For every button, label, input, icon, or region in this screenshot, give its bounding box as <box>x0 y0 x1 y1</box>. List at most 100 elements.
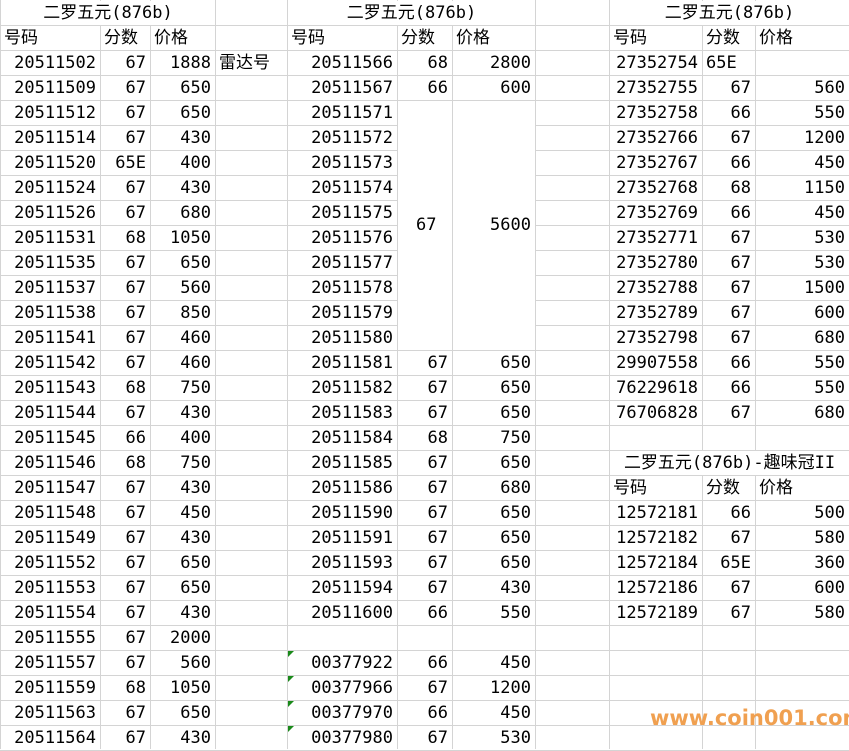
score-cell[interactable]: 67 <box>703 76 755 100</box>
score-cell[interactable]: 67 <box>398 551 452 575</box>
price-cell[interactable]: 650 <box>453 501 535 525</box>
price-cell[interactable]: 400 <box>151 151 215 175</box>
score-cell[interactable]: 67 <box>398 401 452 425</box>
number-cell[interactable]: 00377966 <box>288 676 397 700</box>
number-cell[interactable]: 12572184 <box>610 551 702 575</box>
price-cell[interactable]: 650 <box>151 551 215 575</box>
score-cell[interactable]: 67 <box>101 51 150 75</box>
score-cell[interactable]: 67 <box>101 501 150 525</box>
price-cell[interactable]: 430 <box>151 601 215 625</box>
score-cell[interactable]: 67 <box>101 726 150 750</box>
number-cell[interactable]: 12572181 <box>610 501 702 525</box>
price-cell[interactable]: 650 <box>453 551 535 575</box>
score-cell[interactable]: 66 <box>703 351 755 375</box>
score-cell[interactable]: 66 <box>101 426 150 450</box>
price-cell[interactable]: 460 <box>151 351 215 375</box>
number-cell[interactable]: 20511577 <box>288 251 397 275</box>
column-header[interactable]: 分数 <box>101 26 150 50</box>
number-cell[interactable]: 20511572 <box>288 126 397 150</box>
number-cell[interactable]: 12572189 <box>610 601 702 625</box>
column-header[interactable]: 价格 <box>151 26 215 50</box>
price-cell[interactable]: 650 <box>453 451 535 475</box>
number-cell[interactable]: 76229618 <box>610 376 702 400</box>
number-cell[interactable]: 27352754 <box>610 51 702 75</box>
score-cell[interactable]: 67 <box>101 276 150 300</box>
price-cell[interactable]: 550 <box>756 101 849 125</box>
price-cell[interactable]: 2000 <box>151 626 215 650</box>
column-header[interactable]: 价格 <box>453 26 535 50</box>
number-cell[interactable]: 20511571 <box>288 101 397 125</box>
price-cell[interactable]: 680 <box>453 476 535 500</box>
score-cell[interactable]: 67 <box>703 601 755 625</box>
price-cell[interactable]: 1200 <box>453 676 535 700</box>
radar-label[interactable]: 雷达号 <box>216 51 287 75</box>
number-cell[interactable]: 20511542 <box>1 351 100 375</box>
number-cell[interactable]: 20511537 <box>1 276 100 300</box>
price-cell[interactable]: 450 <box>756 151 849 175</box>
score-cell[interactable]: 67 <box>703 326 755 350</box>
price-cell[interactable]: 650 <box>453 351 535 375</box>
column-header[interactable]: 号码 <box>288 26 397 50</box>
price-cell[interactable]: 750 <box>151 376 215 400</box>
price-cell[interactable]: 530 <box>756 226 849 250</box>
number-cell[interactable]: 20511502 <box>1 51 100 75</box>
price-cell[interactable]: 750 <box>453 426 535 450</box>
column-header[interactable]: 价格 <box>756 476 849 500</box>
number-cell[interactable]: 20511545 <box>1 426 100 450</box>
price-cell[interactable]: 360 <box>756 551 849 575</box>
number-cell[interactable]: 20511578 <box>288 276 397 300</box>
column-header[interactable]: 分数 <box>703 476 755 500</box>
score-cell[interactable]: 65E <box>101 151 150 175</box>
price-cell[interactable]: 650 <box>151 76 215 100</box>
score-cell[interactable]: 67 <box>101 551 150 575</box>
score-cell[interactable]: 66 <box>398 601 452 625</box>
number-cell[interactable]: 20511520 <box>1 151 100 175</box>
price-cell[interactable]: 430 <box>151 176 215 200</box>
score-cell[interactable]: 68 <box>101 376 150 400</box>
section-title[interactable]: 二罗五元(876b)-趣味冠II <box>610 451 849 475</box>
number-cell[interactable]: 20511554 <box>1 601 100 625</box>
column-header[interactable]: 价格 <box>756 26 849 50</box>
price-cell[interactable]: 400 <box>151 426 215 450</box>
score-cell[interactable]: 67 <box>703 126 755 150</box>
number-cell[interactable]: 20511575 <box>288 201 397 225</box>
price-cell[interactable]: 430 <box>453 576 535 600</box>
number-cell[interactable]: 20511549 <box>1 526 100 550</box>
number-cell[interactable]: 20511546 <box>1 451 100 475</box>
score-cell[interactable]: 67 <box>703 226 755 250</box>
price-cell[interactable]: 600 <box>756 576 849 600</box>
score-cell[interactable]: 67 <box>398 376 452 400</box>
number-cell[interactable]: 20511557 <box>1 651 100 675</box>
score-cell[interactable]: 67 <box>398 451 452 475</box>
price-cell[interactable]: 680 <box>756 401 849 425</box>
column-header[interactable]: 号码 <box>1 26 100 50</box>
price-cell[interactable]: 650 <box>151 701 215 725</box>
number-cell[interactable]: 20511582 <box>288 376 397 400</box>
score-cell[interactable]: 67 <box>398 576 452 600</box>
price-cell[interactable]: 650 <box>453 526 535 550</box>
price-cell[interactable]: 650 <box>453 401 535 425</box>
price-cell[interactable]: 750 <box>151 451 215 475</box>
score-cell[interactable]: 67 <box>703 576 755 600</box>
price-cell[interactable]: 1050 <box>151 676 215 700</box>
number-cell[interactable]: 20511555 <box>1 626 100 650</box>
number-cell[interactable]: 29907558 <box>610 351 702 375</box>
score-cell[interactable]: 67 <box>101 576 150 600</box>
number-cell[interactable]: 20511594 <box>288 576 397 600</box>
price-cell[interactable]: 650 <box>453 376 535 400</box>
score-cell[interactable]: 67 <box>398 501 452 525</box>
price-cell[interactable] <box>756 51 849 75</box>
price-cell[interactable]: 500 <box>756 501 849 525</box>
number-cell[interactable]: 20511580 <box>288 326 397 350</box>
price-cell[interactable]: 550 <box>756 376 849 400</box>
column-header[interactable]: 号码 <box>610 476 702 500</box>
score-cell[interactable]: 68 <box>101 676 150 700</box>
score-cell[interactable]: 66 <box>398 76 452 100</box>
number-cell[interactable]: 20511590 <box>288 501 397 525</box>
score-cell[interactable]: 67 <box>101 476 150 500</box>
price-cell[interactable]: 1200 <box>756 126 849 150</box>
price-cell[interactable]: 560 <box>151 651 215 675</box>
number-cell[interactable]: 20511586 <box>288 476 397 500</box>
score-cell[interactable]: 67 <box>703 276 755 300</box>
number-cell[interactable]: 27352771 <box>610 226 702 250</box>
